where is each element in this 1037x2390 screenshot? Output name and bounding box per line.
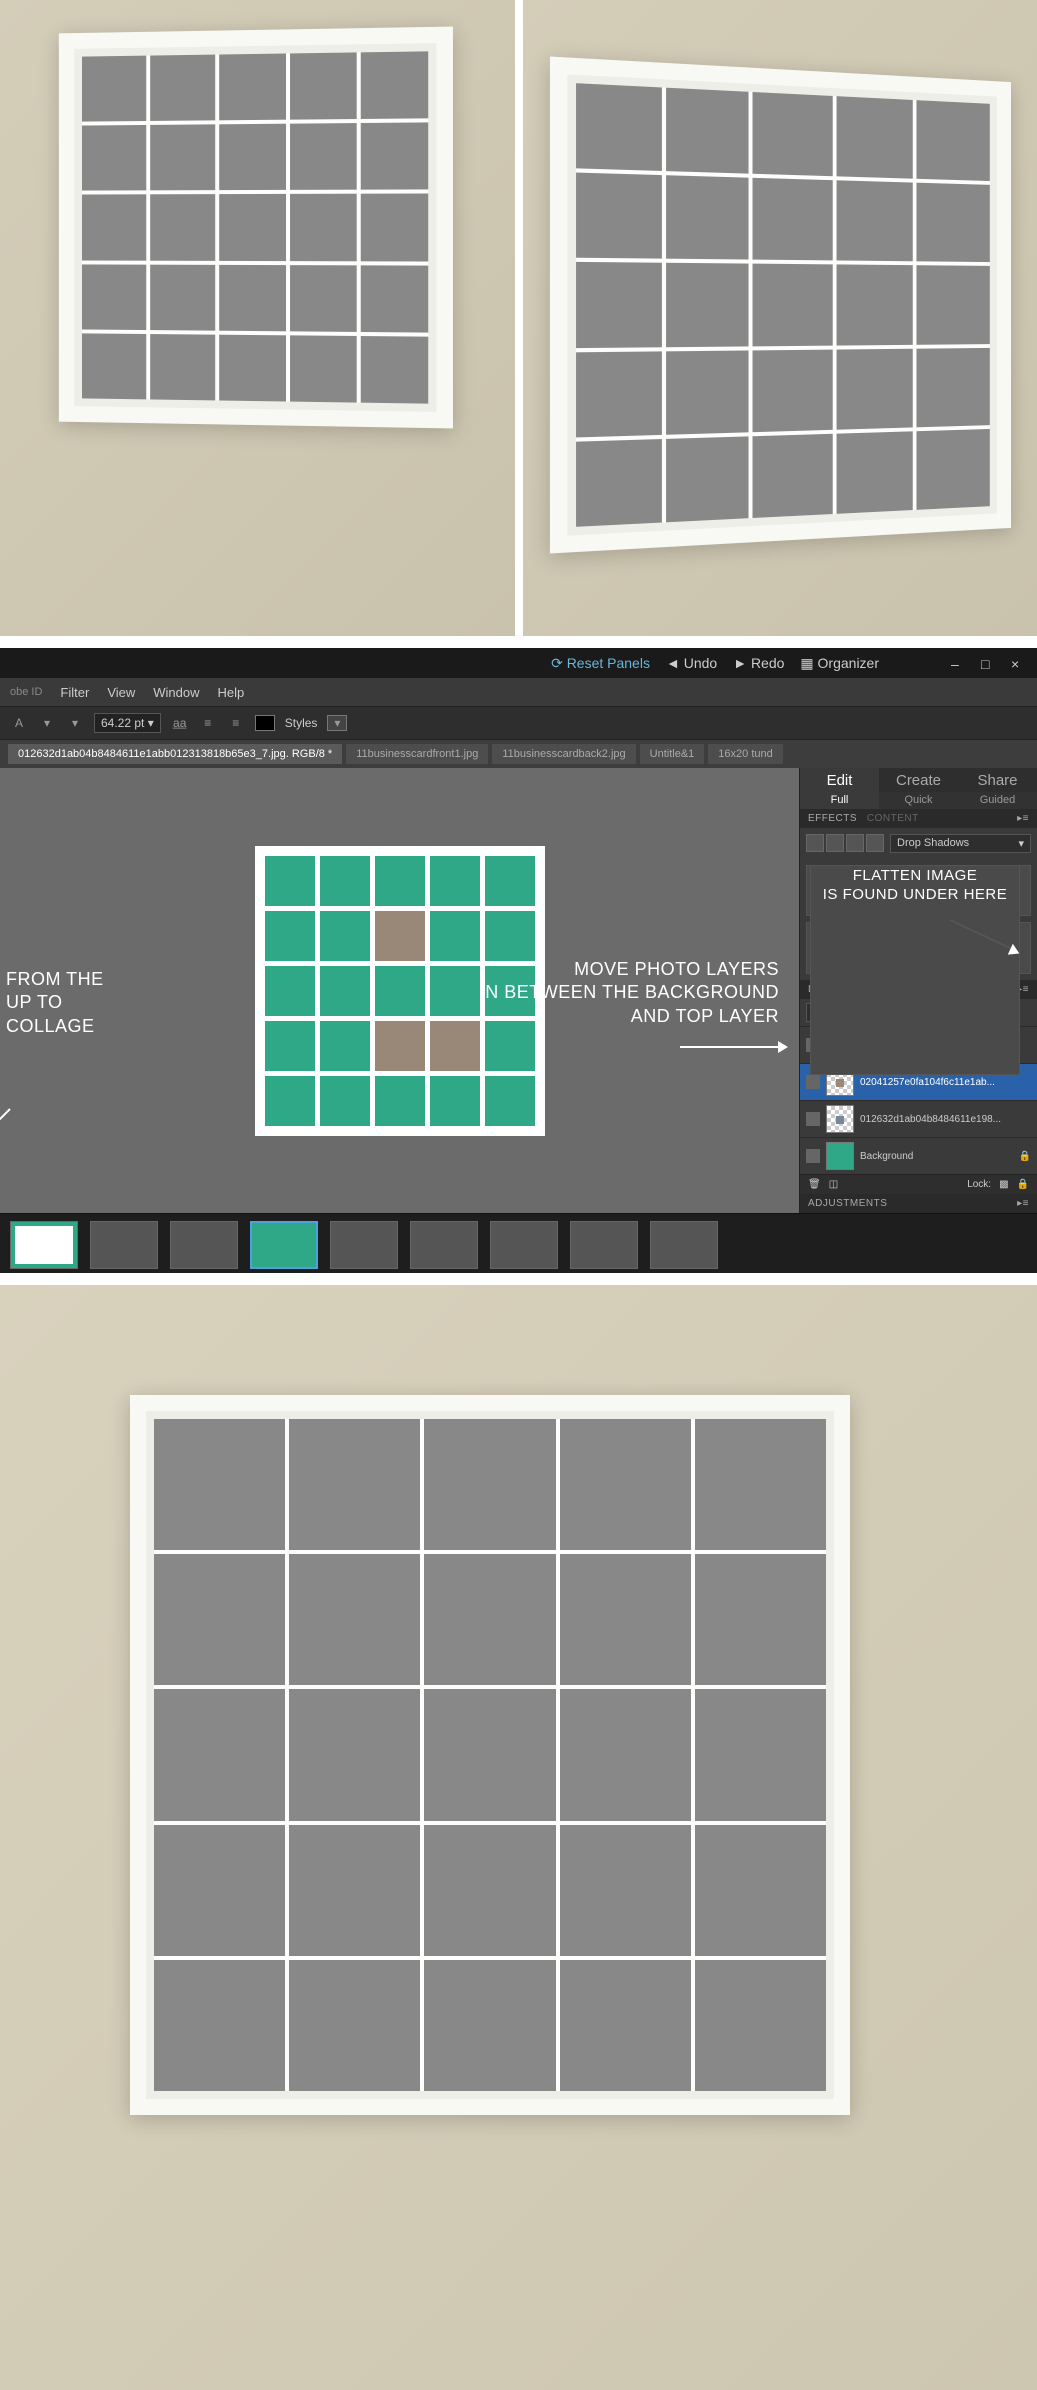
tab-share[interactable]: Share [958,768,1037,792]
align-center-icon[interactable]: ≡ [227,714,245,732]
subtab-guided[interactable]: Guided [958,792,1037,808]
font-family-icon[interactable]: ▾ [38,714,56,732]
white-frame [59,27,453,429]
options-bar: A ▾ ▾ 64.22 pt ▾ a̲a̲ ≡ ≡ Styles ▾ [0,706,1037,740]
visibility-icon[interactable] [806,1149,820,1163]
layer-name: 02041257e0fa104f6c11e1ab... [860,1077,1031,1088]
project-bin [0,1213,1037,1273]
document-tab[interactable]: 11businesscardfront1.jpg [346,744,488,764]
document-tab[interactable]: 16x20 tund [708,744,782,764]
photoshop-elements-window: ⟳ Reset Panels ◄ Undo ► Redo ▦ Organizer… [0,648,1037,1273]
visibility-icon[interactable] [806,1112,820,1126]
effects-filter-icon[interactable] [846,834,864,852]
framed-photo-left [0,0,515,636]
top-photo-row [0,0,1037,636]
panel-menu-icon[interactable]: ▸≡ [1017,1198,1029,1209]
bin-thumbnail[interactable] [410,1221,478,1269]
subtab-quick[interactable]: Quick [879,792,958,808]
layer-name: Background [860,1151,1013,1162]
menu-help[interactable]: Help [218,685,245,700]
bin-thumbnail[interactable] [490,1221,558,1269]
effects-filter-icon[interactable] [826,834,844,852]
menu-window[interactable]: Window [153,685,199,700]
minimize-icon[interactable]: – [951,656,965,670]
align-left-icon[interactable]: ≡ [199,714,217,732]
menu-view[interactable]: View [107,685,135,700]
bin-thumbnail[interactable] [10,1221,78,1269]
white-frame [130,1395,850,2115]
effects-head: EFFECTS [808,813,857,824]
antialias-icon[interactable]: a̲a̲ [171,714,189,732]
font-style-icon[interactable]: ▾ [66,714,84,732]
tab-create[interactable]: Create [879,768,958,792]
layer-name: 012632d1ab04b8484611e198... [860,1114,1031,1125]
arrow-icon [680,1046,780,1048]
right-panel: Edit Create Share Full Quick Guided EFFE… [799,768,1037,1213]
layer-thumbnail [826,1105,854,1133]
lock-label: Lock: [967,1179,991,1190]
framed-photo-right [523,0,1037,636]
color-swatch[interactable] [255,715,275,731]
document-tab[interactable]: Untitle&1 [640,744,705,764]
bottom-photo [0,1285,1037,2390]
annotation-flatten: FLATTEN IMAGE IS FOUND UNDER HERE [810,865,1020,1075]
effects-category-dropdown[interactable]: Drop Shadows▾ [890,834,1031,853]
effects-grid: FLATTEN IMAGE IS FOUND UNDER HERE [800,859,1037,981]
effects-filter-icon[interactable] [806,834,824,852]
panel-menu-icon[interactable]: ▸≡ [1017,813,1029,824]
layer-thumbnail [826,1142,854,1170]
title-bar: ⟳ Reset Panels ◄ Undo ► Redo ▦ Organizer… [0,648,1037,678]
menu-filter[interactable]: Filter [60,685,89,700]
document-tab[interactable]: 11businesscardback2.jpg [492,744,635,764]
menu-bar: obe ID Filter View Window Help [0,678,1037,706]
effects-filter-icon[interactable] [866,834,884,852]
redo-button[interactable]: ► Redo [733,655,784,671]
bin-thumbnail[interactable] [330,1221,398,1269]
content-head[interactable]: CONTENT [867,813,919,824]
style-swatch[interactable]: ▾ [327,715,347,731]
layer-row[interactable]: 012632d1ab04b8484611e198... [800,1100,1037,1137]
reset-panels-button[interactable]: ⟳ Reset Panels [551,655,650,672]
adjustments-head: ADJUSTMENTS [808,1198,887,1209]
font-size-field[interactable]: 64.22 pt ▾ [94,713,161,733]
maximize-icon[interactable]: □ [981,656,995,670]
bin-thumbnail[interactable] [90,1221,158,1269]
new-layer-icon[interactable]: ◫ [829,1179,838,1190]
white-frame [549,57,1010,554]
tab-edit[interactable]: Edit [800,768,879,792]
canvas-area[interactable]: FROM THE UP TO COLLAGE MOVE PHOTO LAYERS… [0,768,799,1213]
subtab-full[interactable]: Full [800,792,879,808]
arrow-icon [0,1108,11,1138]
visibility-icon[interactable] [806,1075,820,1089]
document-tabs: 012632d1ab04b8484611e1abb012313818b65e3_… [0,740,1037,768]
styles-label: Styles [285,716,318,730]
layer-row[interactable]: Background 🔒 [800,1137,1037,1174]
organizer-button[interactable]: ▦ Organizer [800,655,879,672]
annotation-right: MOVE PHOTO LAYERS IN BETWEEN THE BACKGRO… [480,958,779,1028]
lock-icon: 🔒 [1019,1151,1031,1162]
bin-thumbnail[interactable] [250,1221,318,1269]
delete-layer-icon[interactable]: 🗑 [808,1179,821,1190]
document-tab[interactable]: 012632d1ab04b8484611e1abb012313818b65e3_… [8,744,342,764]
close-icon[interactable]: × [1011,656,1025,670]
undo-button[interactable]: ◄ Undo [666,655,717,671]
bin-thumbnail[interactable] [170,1221,238,1269]
lock-all-icon[interactable]: 🔒 [1017,1179,1029,1190]
bin-thumbnail[interactable] [650,1221,718,1269]
tool-icon[interactable]: A [10,714,28,732]
lock-pixels-icon[interactable]: ▩ [999,1179,1008,1190]
bin-thumbnail[interactable] [570,1221,638,1269]
annotation-left: FROM THE UP TO COLLAGE [6,968,104,1038]
